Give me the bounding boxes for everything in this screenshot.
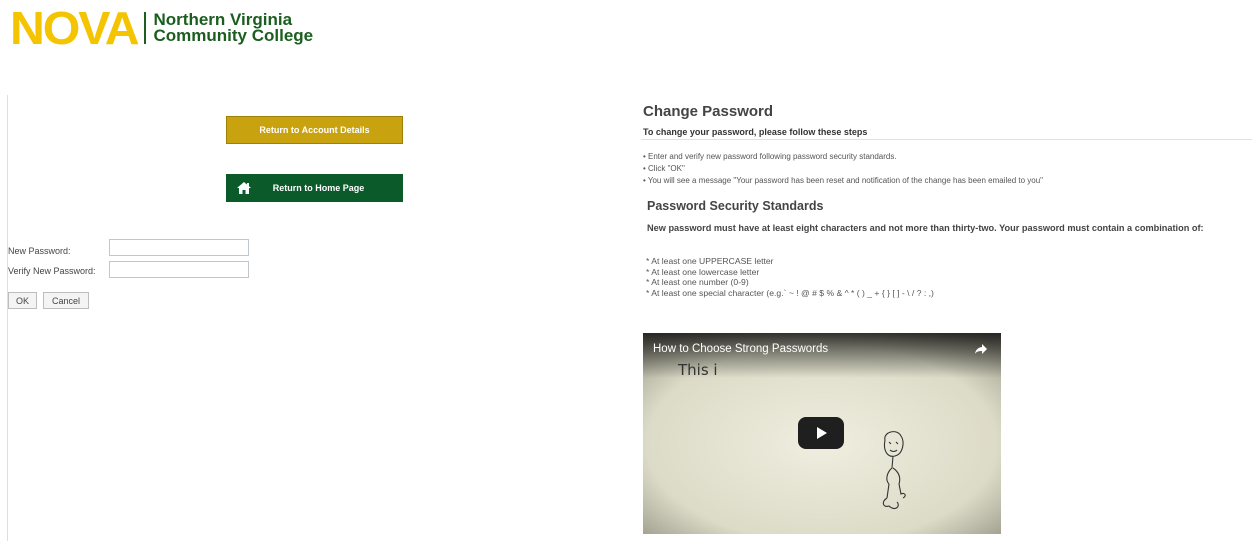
step-item: • You will see a message "Your password …	[643, 176, 1044, 185]
logo-line-2: Community College	[153, 26, 314, 45]
return-to-home-button[interactable]: Return to Home Page	[226, 174, 403, 202]
return-to-home-label: Return to Home Page	[272, 183, 365, 193]
requirement-item: * At least one special character (e.g.` …	[646, 287, 934, 298]
video-player[interactable]: How to Choose Strong Passwords This i	[643, 333, 1001, 534]
requirements-list: * At least one UPPERCASE letter * At lea…	[646, 256, 934, 298]
requirement-item: * At least one number (0-9)	[646, 277, 749, 287]
verify-password-label: Verify New Password:	[8, 266, 96, 276]
steps-list: • Enter and verify new password followin…	[643, 151, 1043, 187]
cancel-button-label: Cancel	[51, 295, 80, 306]
left-panel-border	[7, 95, 8, 541]
requirement-item: * At least one lowercase letter	[646, 266, 760, 277]
step-item: • Enter and verify new password followin…	[643, 152, 897, 161]
ok-button-label: OK	[15, 295, 29, 306]
section-divider	[641, 139, 1252, 140]
change-password-title: Change Password	[643, 103, 774, 120]
share-icon[interactable]	[974, 343, 988, 355]
requirement-item: * At least one UPPERCASE letter	[646, 256, 774, 266]
return-to-account-label: Return to Account Details	[259, 125, 370, 135]
step-item: • Click "OK"	[643, 164, 685, 173]
new-password-input[interactable]	[109, 239, 249, 256]
security-standards-description: New password must have at least eight ch…	[647, 223, 1204, 233]
security-standards-title: Password Security Standards	[647, 199, 824, 213]
ok-button[interactable]: OK	[8, 292, 37, 309]
cancel-button[interactable]: Cancel	[43, 292, 89, 309]
play-button[interactable]	[798, 417, 844, 449]
video-title[interactable]: How to Choose Strong Passwords	[653, 343, 828, 355]
logo-divider	[143, 12, 146, 44]
logo-wordmark: NOVA	[10, 2, 140, 54]
play-icon	[817, 427, 827, 439]
cartoon-figure-illustration	[882, 431, 906, 510]
return-to-account-button[interactable]: Return to Account Details	[226, 116, 403, 144]
logo-college-name: Northern Virginia Community College	[153, 11, 314, 45]
home-icon	[237, 182, 251, 194]
verify-password-input[interactable]	[109, 261, 249, 278]
nova-logo[interactable]: NOVA Northern Virginia Community College	[10, 2, 314, 54]
video-frame-text: This i	[678, 361, 718, 379]
change-password-subtitle: To change your password, please follow t…	[643, 127, 868, 137]
new-password-label: New Password:	[8, 246, 71, 256]
